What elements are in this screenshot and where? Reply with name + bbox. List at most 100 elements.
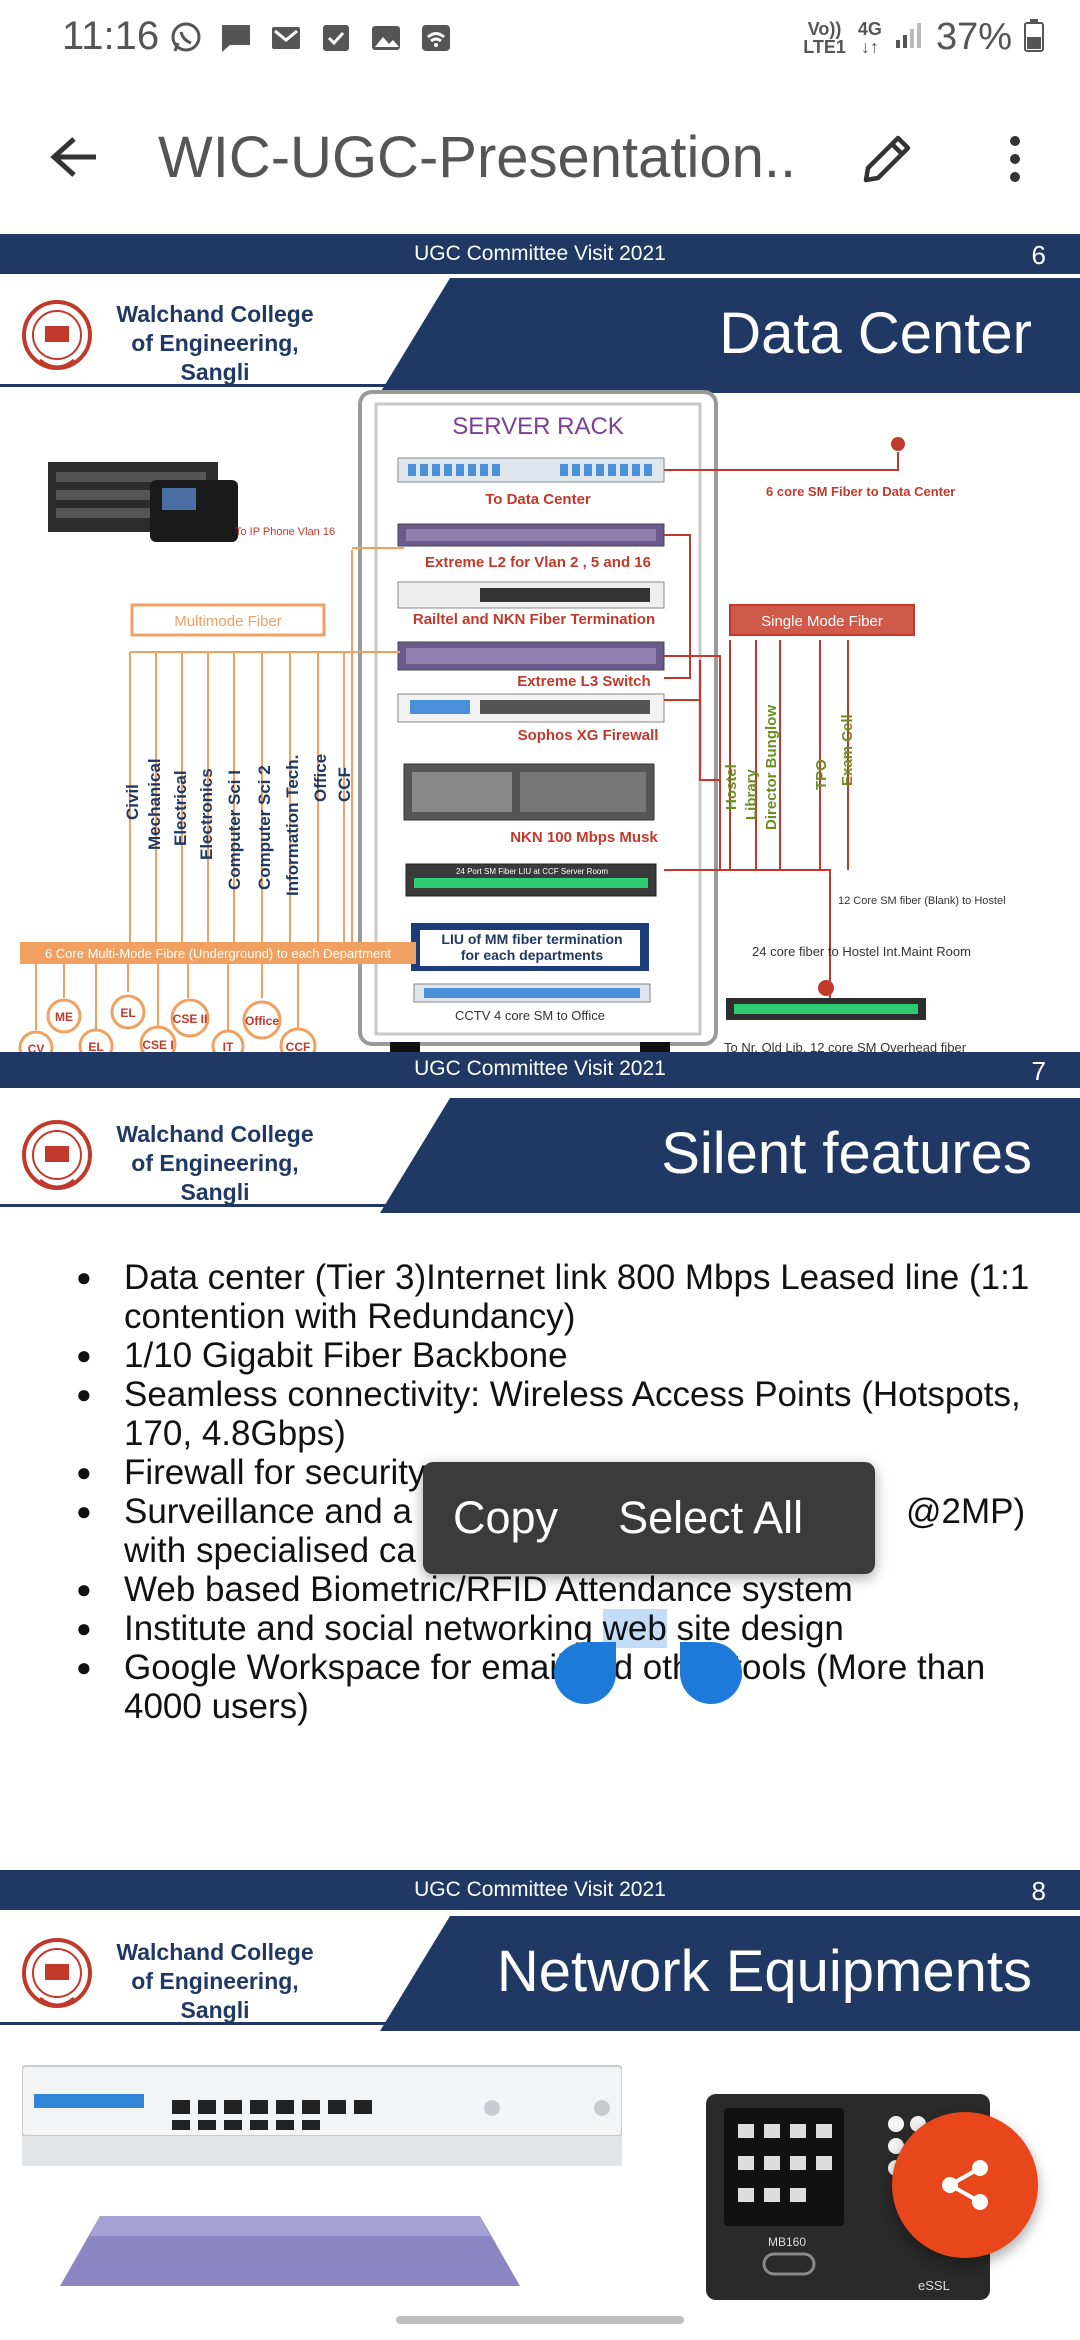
battery-icon — [1024, 18, 1044, 57]
college-name: Walchand College of Engineering, Sangli — [116, 1121, 314, 1205]
text-selection-menu: Copy Select All — [423, 1462, 875, 1574]
dept-label: Computer Sci 2 — [255, 765, 274, 890]
label-to-ip-phone: To IP Phone Vlan 16 — [235, 526, 335, 538]
svg-text:Office: Office — [245, 1014, 279, 1028]
list-item[interactable]: 1/10 Gigabit Fiber Backbone — [76, 1336, 1036, 1375]
device-model-label: MB160 — [768, 2235, 806, 2249]
more-vert-icon — [1010, 136, 1020, 182]
firewall-appliance-image — [22, 2065, 622, 2166]
label-mm-underground: 6 Core Multi-Mode Fibre (Underground) to… — [45, 946, 391, 961]
slide-8-number: 8 — [1031, 1876, 1046, 1906]
sm-destination-labels: Hostel Library Director Bunglow TPO Exam… — [723, 705, 856, 830]
selection-handle-end[interactable] — [680, 1642, 742, 1704]
label-cctv: CCTV 4 core SM to Office — [455, 1008, 605, 1023]
label-singlemode: Single Mode Fiber — [761, 613, 883, 630]
fiber-endpoint-dot — [891, 437, 905, 451]
rack-device-sophos — [397, 693, 665, 723]
header-underline — [0, 2022, 420, 2025]
college-logo — [18, 298, 96, 376]
slide-8-topbar-text: UGC Committee Visit 2021 — [414, 1878, 666, 1901]
data-arrows-icon: ↓↑ — [860, 36, 879, 57]
sm-dest-label: Library — [743, 768, 760, 820]
selection-handle-start[interactable] — [554, 1642, 616, 1704]
edit-button[interactable] — [852, 124, 922, 194]
rack-device-patch-top — [397, 457, 665, 483]
share-icon — [942, 2160, 988, 2210]
rack-device-nkn-router — [403, 763, 655, 821]
label-hostel-int: 24 core fiber to Hostel Int.Maint Room — [752, 944, 971, 959]
net-type: 4G ↓↑ — [857, 18, 882, 57]
status-right: Vo)) LTE1 4G ↓↑ 37% — [803, 16, 1044, 59]
slide-7-number: 7 — [1031, 1056, 1046, 1086]
back-button[interactable] — [40, 122, 110, 192]
status-time: 11:16 — [62, 14, 160, 58]
college-name: Walchand College of Engineering, Sangli — [116, 1939, 314, 2023]
wifi-hotspot-icon — [418, 20, 454, 56]
slide-8-topbar: UGC Committee Visit 2021 8 — [0, 1870, 1080, 1910]
label-multimode: Multimode Fiber — [174, 613, 282, 630]
dept-label: Computer Sci I — [225, 770, 244, 890]
sm-dest-label: TPO — [813, 759, 830, 790]
gesture-nav-bar[interactable] — [396, 2316, 684, 2324]
list-item[interactable]: Web based Biometric/RFID Attendance syst… — [76, 1570, 1036, 1609]
fiber-junction-dot — [818, 980, 834, 996]
label-extreme-l2: Extreme L2 for Vlan 2 , 5 and 16 — [425, 554, 651, 571]
svg-text:EL: EL — [120, 1006, 135, 1020]
slide-7-topbar: UGC Committee Visit 2021 7 — [0, 1052, 1080, 1088]
battery-percent: 37% — [935, 16, 1012, 58]
department-labels: Civil Mechanical Electrical Electronics … — [123, 754, 354, 896]
gmail-icon — [268, 20, 304, 56]
header-underline — [0, 384, 420, 387]
slide-6-header: Walchand College of Engineering, Sangli … — [0, 278, 1080, 393]
list-item[interactable]: Data center (Tier 3)Internet link 800 Mb… — [76, 1258, 1036, 1336]
rack-device-patch-bottom — [413, 983, 651, 1003]
more-options-button[interactable] — [990, 124, 1040, 194]
slide-6-topbar: UGC Committee Visit 2021 6 — [0, 234, 1080, 274]
svg-text:CSE I: CSE I — [142, 1038, 173, 1052]
sm-dest-label: Exam Cell — [839, 714, 856, 786]
slide-7-title: Silent features — [661, 1121, 1032, 1186]
copy-menu-item[interactable]: Copy — [423, 1492, 588, 1544]
notification-icons — [168, 20, 454, 56]
sm-dest-label: Hostel — [723, 764, 740, 810]
rack-device-extreme-l3 — [397, 641, 665, 671]
slide-6-topbar-text: UGC Committee Visit 2021 — [414, 242, 666, 265]
header-underline — [0, 1204, 420, 1207]
screen: 11:16 Vo)) LTE1 4G ↓↑ 37% WIC-UGC-Presen… — [0, 0, 1080, 2340]
dept-label: Information Tech. — [283, 755, 302, 896]
label-sm-fiber-dc: 6 core SM Fiber to Data Center — [766, 484, 955, 499]
lte-label: LTE1 — [803, 36, 846, 57]
switch-appliance-image — [60, 2216, 520, 2286]
rack-device-railtel — [397, 581, 665, 609]
gallery-icon — [368, 20, 404, 56]
dept-label: Electrical — [171, 770, 190, 846]
volte-label: Vo)) — [807, 18, 842, 39]
back-arrow-icon — [50, 137, 96, 177]
dept-label: CCF — [335, 767, 354, 802]
label-port-liu: 24 Port SM Fiber LIU at CCF Server Room — [456, 867, 608, 876]
dept-label: Mechanical — [145, 758, 164, 850]
dept-label: Civil — [123, 784, 142, 820]
dept-label: Office — [311, 754, 330, 802]
status-bar: 11:16 Vo)) LTE1 4G ↓↑ 37% — [0, 0, 1080, 80]
slide-7-topbar-text: UGC Committee Visit 2021 — [414, 1057, 666, 1080]
share-button[interactable] — [892, 2112, 1038, 2258]
label-sophos: Sophos XG Firewall — [518, 727, 659, 744]
select-all-menu-item[interactable]: Select All — [588, 1492, 833, 1544]
ip-phone-equipment — [48, 462, 238, 542]
server-rack-diagram: SERVER RACK To IP Phone Vlan 16 To Data … — [18, 390, 1006, 1066]
rack-heading: SERVER RACK — [452, 413, 624, 440]
device-brand-label: eSSL — [918, 2278, 950, 2293]
document-title: WIC-UGC-Presentation.... — [158, 125, 798, 190]
list-item[interactable]: Institute and social networking web site… — [76, 1609, 1036, 1648]
slide-6-number: 6 — [1031, 240, 1046, 270]
label-to-data-center: To Data Center — [485, 491, 591, 508]
label-railtel: Railtel and NKN Fiber Termination — [413, 611, 655, 628]
app-bar: WIC-UGC-Presentation.... — [0, 80, 1080, 235]
list-item[interactable]: Seamless connectivity: Wireless Access P… — [76, 1375, 1036, 1453]
label-nkn: NKN 100 Mbps Musk — [510, 829, 658, 846]
message-icon — [218, 20, 254, 56]
college-name: Walchand College of Engineering, Sangli — [116, 301, 314, 385]
college-logo — [18, 1118, 96, 1196]
svg-text:CSE II: CSE II — [173, 1012, 208, 1026]
